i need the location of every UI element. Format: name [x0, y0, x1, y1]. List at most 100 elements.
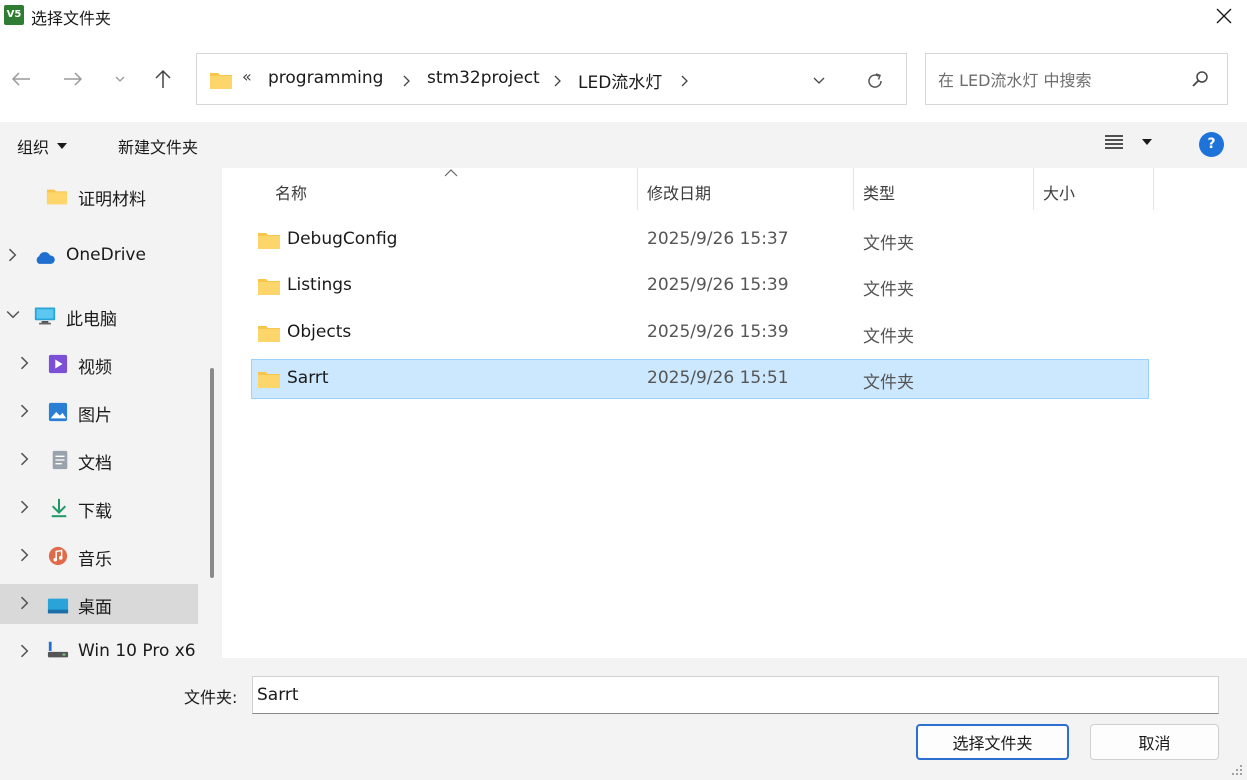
chevron-down-icon[interactable]: [6, 308, 20, 322]
drive-icon: [47, 641, 69, 658]
chevron-down-icon: [115, 76, 125, 82]
close-button[interactable]: [1201, 0, 1247, 32]
chevron-right-icon[interactable]: [18, 356, 32, 370]
monitor-icon: [34, 307, 56, 325]
file-row[interactable]: Objects 2025/9/26 15:39 文件夹: [251, 313, 1149, 353]
video-icon: [48, 354, 68, 374]
navigation-pane[interactable]: 证明材料 OneDrive 此电脑 视频 图片 文档 下载 音乐 桌面 Win …: [0, 168, 222, 658]
chevron-right-icon[interactable]: [403, 75, 410, 87]
sidebar-item-pictures[interactable]: 图片: [0, 392, 198, 432]
column-label: 类型: [863, 184, 896, 203]
address-bar[interactable]: « programming stm32project LED流水灯: [196, 53, 907, 105]
arrow-up-icon: [155, 69, 171, 88]
refresh-icon: [868, 73, 882, 88]
folder-icon: [258, 326, 280, 342]
chevron-right-icon[interactable]: [18, 596, 32, 610]
file-row-selected[interactable]: Sarrt 2025/9/26 15:51 文件夹: [251, 359, 1149, 399]
sidebar-item-label: 证明材料: [78, 190, 146, 210]
caret-down-icon: [57, 143, 68, 149]
sidebar-item-music[interactable]: 音乐: [0, 536, 198, 576]
sidebar-item-label: 桌面: [78, 598, 112, 618]
file-modified: 2025/9/26 15:51: [647, 368, 789, 388]
folder-icon: [210, 73, 232, 89]
file-modified: 2025/9/26 15:37: [647, 229, 789, 249]
chevron-right-icon[interactable]: [554, 75, 561, 87]
title-bar: V5 选择文件夹: [0, 0, 1247, 32]
sidebar-item-label: 音乐: [78, 550, 112, 570]
document-icon: [52, 450, 68, 470]
column-header-name[interactable]: 名称: [226, 168, 638, 210]
column-header-size[interactable]: 大小: [1034, 168, 1154, 210]
sidebar-item-certificates[interactable]: 证明材料: [0, 176, 198, 216]
caret-down-icon: [1142, 139, 1152, 145]
sidebar-item-label: 视频: [78, 358, 112, 378]
navigation-bar: « programming stm32project LED流水灯: [0, 40, 1247, 120]
back-button[interactable]: [6, 64, 36, 94]
chevron-right-icon[interactable]: [18, 644, 32, 658]
sidebar-item-desktop[interactable]: 桌面: [0, 584, 198, 624]
column-label: 修改日期: [647, 184, 712, 203]
column-label: 名称: [275, 184, 308, 203]
up-button[interactable]: [148, 64, 178, 94]
file-row[interactable]: DebugConfig 2025/9/26 15:37 文件夹: [251, 220, 1149, 260]
arrow-left-icon: [11, 72, 30, 86]
sidebar-item-label: 图片: [78, 406, 112, 426]
folder-name-input[interactable]: [252, 676, 1219, 714]
arrow-right-icon: [64, 72, 83, 86]
chevron-down-icon: [813, 77, 825, 84]
chevron-right-icon[interactable]: [6, 248, 20, 262]
address-dropdown-button[interactable]: [808, 69, 830, 91]
chevron-right-icon[interactable]: [18, 452, 32, 466]
recent-locations-button[interactable]: [105, 64, 135, 94]
folder-field-label: 文件夹:: [184, 688, 238, 707]
search-box[interactable]: [925, 53, 1228, 105]
sidebar-item-onedrive[interactable]: OneDrive: [0, 236, 198, 276]
column-divider[interactable]: [1153, 168, 1154, 210]
chevron-right-icon[interactable]: [681, 75, 688, 87]
new-folder-button[interactable]: 新建文件夹: [118, 134, 198, 158]
file-row[interactable]: Listings 2025/9/26 15:39 文件夹: [251, 266, 1149, 306]
resize-grip-icon[interactable]: [1231, 764, 1243, 776]
sidebar-item-label: OneDrive: [66, 245, 146, 265]
breadcrumb-item[interactable]: programming: [268, 68, 383, 88]
command-bar: 组织 新建文件夹 ?: [0, 122, 1247, 168]
chevron-right-icon[interactable]: [18, 500, 32, 514]
organize-menu[interactable]: 组织: [17, 134, 68, 158]
file-modified: 2025/9/26 15:39: [647, 275, 789, 295]
forward-button[interactable]: [58, 64, 88, 94]
view-options-button[interactable]: [1104, 134, 1152, 150]
refresh-button[interactable]: [863, 69, 887, 93]
select-folder-button[interactable]: 选择文件夹: [916, 724, 1069, 760]
file-type: 文件夹: [863, 234, 914, 254]
file-name: Objects: [287, 322, 352, 342]
sidebar-item-downloads[interactable]: 下载: [0, 488, 198, 528]
search-icon[interactable]: [1191, 70, 1209, 88]
folder-icon: [258, 372, 280, 388]
desktop-icon: [47, 598, 69, 614]
sidebar-scrollbar[interactable]: [210, 368, 214, 578]
chevron-right-icon[interactable]: [18, 548, 32, 562]
sidebar-item-documents[interactable]: 文档: [0, 440, 198, 480]
cloud-icon: [36, 252, 55, 264]
search-input[interactable]: [938, 68, 1178, 92]
cancel-button[interactable]: 取消: [1090, 724, 1219, 760]
sidebar-item-drive[interactable]: Win 10 Pro x6: [0, 632, 198, 658]
sidebar-item-this-pc[interactable]: 此电脑: [0, 296, 198, 336]
help-button[interactable]: ?: [1199, 132, 1224, 157]
organize-label: 组织: [17, 138, 50, 157]
sidebar-item-label: 此电脑: [66, 310, 117, 330]
breadcrumb-overflow[interactable]: «: [242, 67, 252, 86]
file-list[interactable]: 名称 修改日期 类型 大小 DebugConfig 2025/9/26 15:3…: [226, 168, 1247, 658]
file-name: Sarrt: [287, 368, 329, 388]
file-type: 文件夹: [863, 373, 914, 393]
sidebar-item-videos[interactable]: 视频: [0, 344, 198, 384]
breadcrumb-item[interactable]: stm32project: [427, 68, 540, 88]
column-header-modified[interactable]: 修改日期: [638, 168, 853, 210]
column-header-type[interactable]: 类型: [854, 168, 1033, 210]
file-name: DebugConfig: [287, 229, 398, 249]
chevron-right-icon[interactable]: [18, 404, 32, 418]
sidebar-item-label: 下载: [78, 502, 112, 522]
breadcrumb-item[interactable]: LED流水灯: [578, 68, 662, 93]
file-type: 文件夹: [863, 327, 914, 347]
file-name: Listings: [287, 275, 352, 295]
